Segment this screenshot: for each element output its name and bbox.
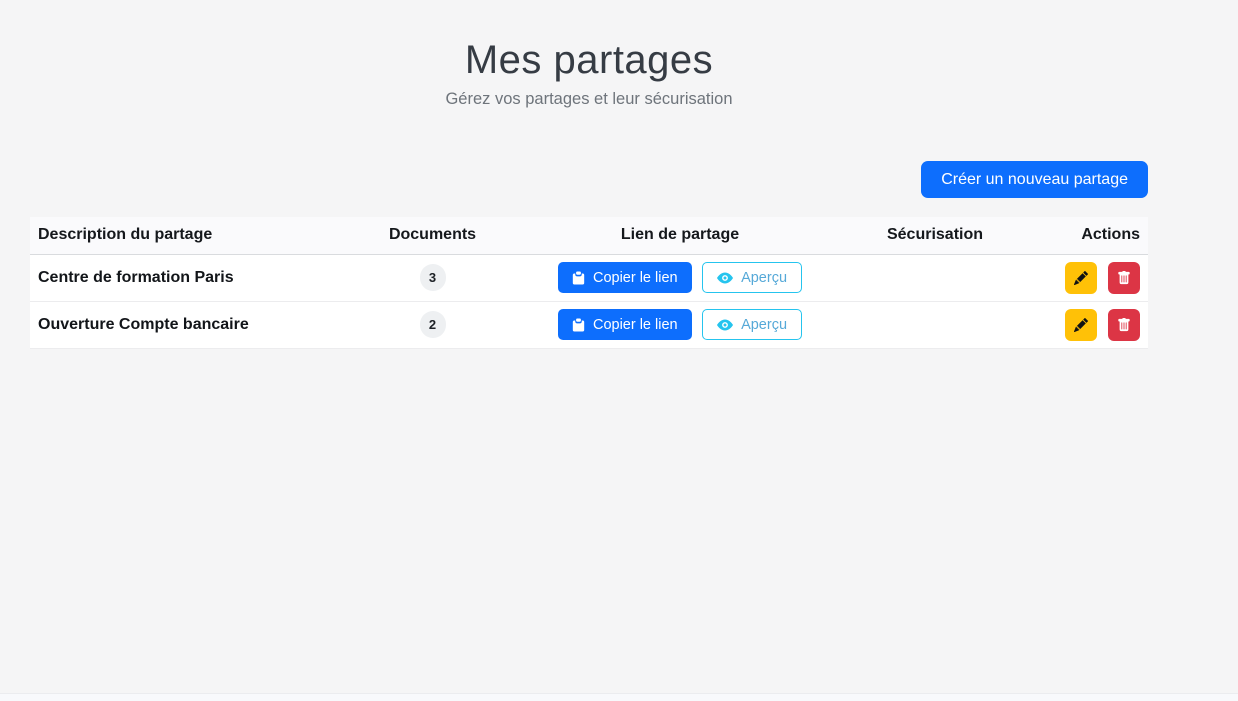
main-container: Mes partages Gérez vos partages et leur …	[30, 0, 1148, 349]
preview-button[interactable]: Aperçu	[702, 309, 802, 340]
delete-button[interactable]	[1108, 309, 1140, 341]
copy-link-label: Copier le lien	[593, 317, 678, 333]
eye-icon	[717, 270, 733, 286]
eye-icon	[717, 317, 733, 333]
clipboard-icon	[572, 318, 585, 332]
preview-label: Aperçu	[741, 317, 787, 333]
bottom-strip	[0, 693, 1238, 701]
securisation-cell	[855, 301, 1015, 348]
share-description: Centre de formation Paris	[30, 254, 360, 301]
copy-link-label: Copier le lien	[593, 270, 678, 286]
toolbar: Créer un nouveau partage	[30, 161, 1148, 198]
trash-icon	[1117, 271, 1131, 285]
create-share-button[interactable]: Créer un nouveau partage	[921, 161, 1148, 198]
header-description: Description du partage	[30, 217, 360, 254]
share-description: Ouverture Compte bancaire	[30, 301, 360, 348]
header-securisation: Sécurisation	[855, 217, 1015, 254]
table-row: Ouverture Compte bancaire 2 Copier le li…	[30, 301, 1148, 348]
copy-link-button[interactable]: Copier le lien	[558, 262, 692, 293]
header-actions: Actions	[1015, 217, 1148, 254]
shares-table: Description du partage Documents Lien de…	[30, 217, 1148, 349]
securisation-cell	[855, 254, 1015, 301]
page-title: Mes partages	[30, 0, 1148, 83]
pencil-icon	[1074, 318, 1088, 332]
preview-button[interactable]: Aperçu	[702, 262, 802, 293]
pencil-icon	[1074, 271, 1088, 285]
table-row: Centre de formation Paris 3 Copier le li…	[30, 254, 1148, 301]
documents-count-badge: 2	[420, 311, 446, 338]
header-documents: Documents	[360, 217, 505, 254]
clipboard-icon	[572, 271, 585, 285]
page-subtitle: Gérez vos partages et leur sécurisation	[30, 90, 1148, 109]
documents-count-badge: 3	[420, 264, 446, 291]
copy-link-button[interactable]: Copier le lien	[558, 309, 692, 340]
edit-button[interactable]	[1065, 309, 1097, 341]
trash-icon	[1117, 318, 1131, 332]
edit-button[interactable]	[1065, 262, 1097, 294]
table-header-row: Description du partage Documents Lien de…	[30, 217, 1148, 254]
delete-button[interactable]	[1108, 262, 1140, 294]
header-share-link: Lien de partage	[505, 217, 855, 254]
preview-label: Aperçu	[741, 270, 787, 286]
